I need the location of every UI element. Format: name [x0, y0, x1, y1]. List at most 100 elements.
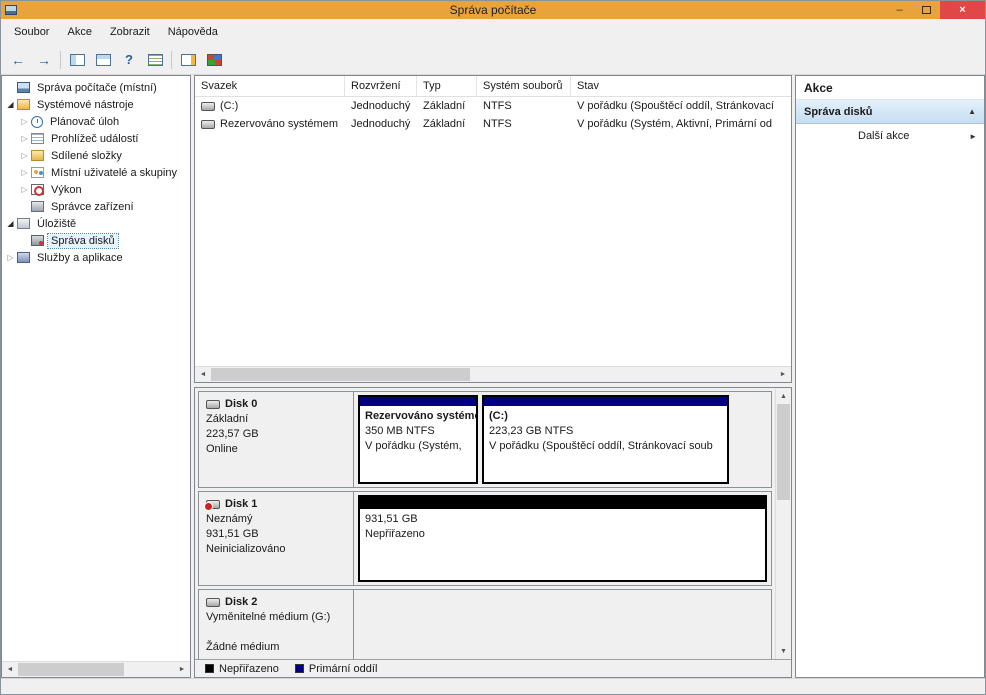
scrollbar-track[interactable]	[776, 404, 791, 643]
partition-size: 223,23 GB NTFS	[489, 424, 722, 439]
more-actions-item[interactable]: Další akce	[796, 124, 984, 148]
menu-view[interactable]: Zobrazit	[101, 22, 159, 42]
titlebar[interactable]: Správa počítače – ×	[1, 1, 985, 19]
scroll-right-icon[interactable]	[174, 662, 190, 677]
scroll-down-icon[interactable]	[776, 643, 791, 659]
collapsed-icon[interactable]	[4, 249, 17, 266]
collapsed-icon[interactable]	[18, 130, 31, 147]
expanded-icon[interactable]	[4, 215, 17, 232]
legend-primary-partition: Primární oddíl	[295, 663, 377, 675]
tree-item-performance[interactable]: Výkon	[2, 181, 190, 198]
tree-horizontal-scrollbar[interactable]	[2, 661, 190, 677]
scrollbar-thumb[interactable]	[18, 663, 124, 676]
partition-system-reserved[interactable]: Rezervováno systémem 350 MB NTFS V pořád…	[358, 395, 478, 484]
customize-view-button[interactable]	[201, 48, 227, 72]
tree-item-label: Správa počítače (místní)	[34, 81, 160, 95]
scroll-right-icon[interactable]	[775, 367, 791, 382]
volume-list-horizontal-scrollbar[interactable]	[195, 366, 791, 382]
disk-size: 223,57 GB	[206, 427, 346, 442]
back-button[interactable]: ←	[5, 48, 31, 72]
disk-view-vertical-scrollbar[interactable]	[775, 388, 791, 659]
collapse-chevron-icon[interactable]	[968, 107, 976, 116]
submenu-arrow-icon	[969, 132, 977, 141]
scrollbar-thumb[interactable]	[211, 368, 470, 381]
actions-section-title: Správa disků	[804, 106, 872, 118]
main-content: Správa počítače (místní) Systémové nástr…	[1, 75, 985, 678]
disk-0-name-row: Disk 0	[206, 397, 346, 412]
disk-status: Online	[206, 442, 346, 457]
close-button[interactable]: ×	[940, 1, 985, 19]
menu-help[interactable]: Nápověda	[159, 22, 227, 42]
show-action-pane-icon	[181, 54, 196, 66]
tree-item-storage[interactable]: Úložiště	[2, 215, 190, 232]
console-tree-panel: Správa počítače (místní) Systémové nástr…	[1, 75, 191, 678]
export-list-button[interactable]	[142, 48, 168, 72]
column-header-type[interactable]: Typ	[417, 76, 477, 96]
tree-item-event-viewer[interactable]: Prohlížeč událostí	[2, 130, 190, 147]
services-icon	[17, 252, 30, 263]
volume-name: (C:)	[220, 100, 238, 112]
minimize-button[interactable]: –	[886, 1, 913, 19]
collapsed-icon[interactable]	[18, 164, 31, 181]
column-header-layout[interactable]: Rozvržení	[345, 76, 417, 96]
tree-item-label: Plánovač úloh	[47, 115, 122, 129]
volume-type-cell: Základní	[417, 118, 477, 130]
tree-item-disk-management[interactable]: Správa disků	[2, 232, 190, 249]
disk-1-name-row: Disk 1	[206, 497, 346, 512]
scrollbar-track[interactable]	[18, 662, 174, 677]
forward-icon: →	[37, 53, 51, 67]
users-icon	[31, 167, 44, 178]
maximize-button[interactable]	[913, 1, 940, 19]
scroll-left-icon[interactable]	[2, 662, 18, 677]
console-tree: Správa počítače (místní) Systémové nástr…	[2, 76, 190, 661]
tree-item-device-manager[interactable]: Správce zařízení	[2, 198, 190, 215]
help-button[interactable]: ?	[116, 48, 142, 72]
column-header-status[interactable]: Stav	[571, 76, 791, 96]
collapsed-icon[interactable]	[18, 181, 31, 198]
volume-row-system-reserved[interactable]: Rezervováno systémem Jednoduchý Základní…	[195, 115, 791, 133]
forward-button[interactable]: →	[31, 48, 57, 72]
window-title: Správa počítače	[1, 3, 985, 17]
disk-graphical-panel: Disk 0 Základní 223,57 GB Online	[194, 387, 792, 678]
tree-item-system-tools[interactable]: Systémové nástroje	[2, 96, 190, 113]
partition-info: Rezervováno systémem 350 MB NTFS V pořád…	[360, 406, 476, 457]
expanded-icon[interactable]	[4, 96, 17, 113]
volume-row-c[interactable]: (C:) Jednoduchý Základní NTFS V pořádku …	[195, 97, 791, 115]
partition-c[interactable]: (C:) 223,23 GB NTFS V pořádku (Spouštěcí…	[482, 395, 729, 484]
toolbar: ← → ?	[1, 45, 985, 75]
tree-item-shared-folders[interactable]: Sdílené složky	[2, 147, 190, 164]
back-icon: ←	[11, 53, 25, 67]
disk-2-partitions[interactable]	[354, 590, 771, 659]
collapsed-icon[interactable]	[18, 147, 31, 164]
tree-item-task-scheduler[interactable]: Plánovač úloh	[2, 113, 190, 130]
partition-info: 931,51 GB Nepřiřazeno	[360, 509, 765, 545]
scroll-up-icon[interactable]	[776, 388, 791, 404]
scrollbar-thumb[interactable]	[777, 404, 790, 500]
actions-section-disk-management[interactable]: Správa disků	[796, 100, 984, 124]
tree-item-computer-management[interactable]: Správa počítače (místní)	[2, 79, 190, 96]
statusbar	[1, 678, 985, 694]
column-header-volume[interactable]: Svazek	[195, 76, 345, 96]
disk-0-label[interactable]: Disk 0 Základní 223,57 GB Online	[199, 392, 354, 487]
menu-file[interactable]: Soubor	[5, 22, 58, 42]
show-console-tree-button[interactable]	[64, 48, 90, 72]
device-manager-icon	[31, 201, 44, 212]
disk-status: Žádné médium	[206, 640, 346, 655]
column-header-filesystem[interactable]: Systém souborů	[477, 76, 571, 96]
tree-item-services-applications[interactable]: Služby a aplikace	[2, 249, 190, 266]
disk-status: Neinicializováno	[206, 542, 346, 557]
menu-action[interactable]: Akce	[58, 22, 100, 42]
scrollbar-track[interactable]	[211, 367, 775, 382]
tree-item-local-users-groups[interactable]: Místní uživatelé a skupiny	[2, 164, 190, 181]
unallocated-space[interactable]: 931,51 GB Nepřiřazeno	[358, 495, 767, 582]
disk-1-label[interactable]: Disk 1 Neznámý 931,51 GB Neinicializován…	[199, 492, 354, 585]
properties-button[interactable]	[90, 48, 116, 72]
scroll-left-icon[interactable]	[195, 367, 211, 382]
actions-panel: Akce Správa disků Další akce	[795, 75, 985, 678]
show-action-pane-button[interactable]	[175, 48, 201, 72]
shared-folders-icon	[31, 150, 44, 161]
collapsed-icon[interactable]	[18, 113, 31, 130]
export-list-icon	[148, 54, 163, 66]
primary-partition-strip	[360, 397, 476, 406]
disk-2-label[interactable]: Disk 2 Vyměnitelné médium (G:) Žádné méd…	[199, 590, 354, 659]
